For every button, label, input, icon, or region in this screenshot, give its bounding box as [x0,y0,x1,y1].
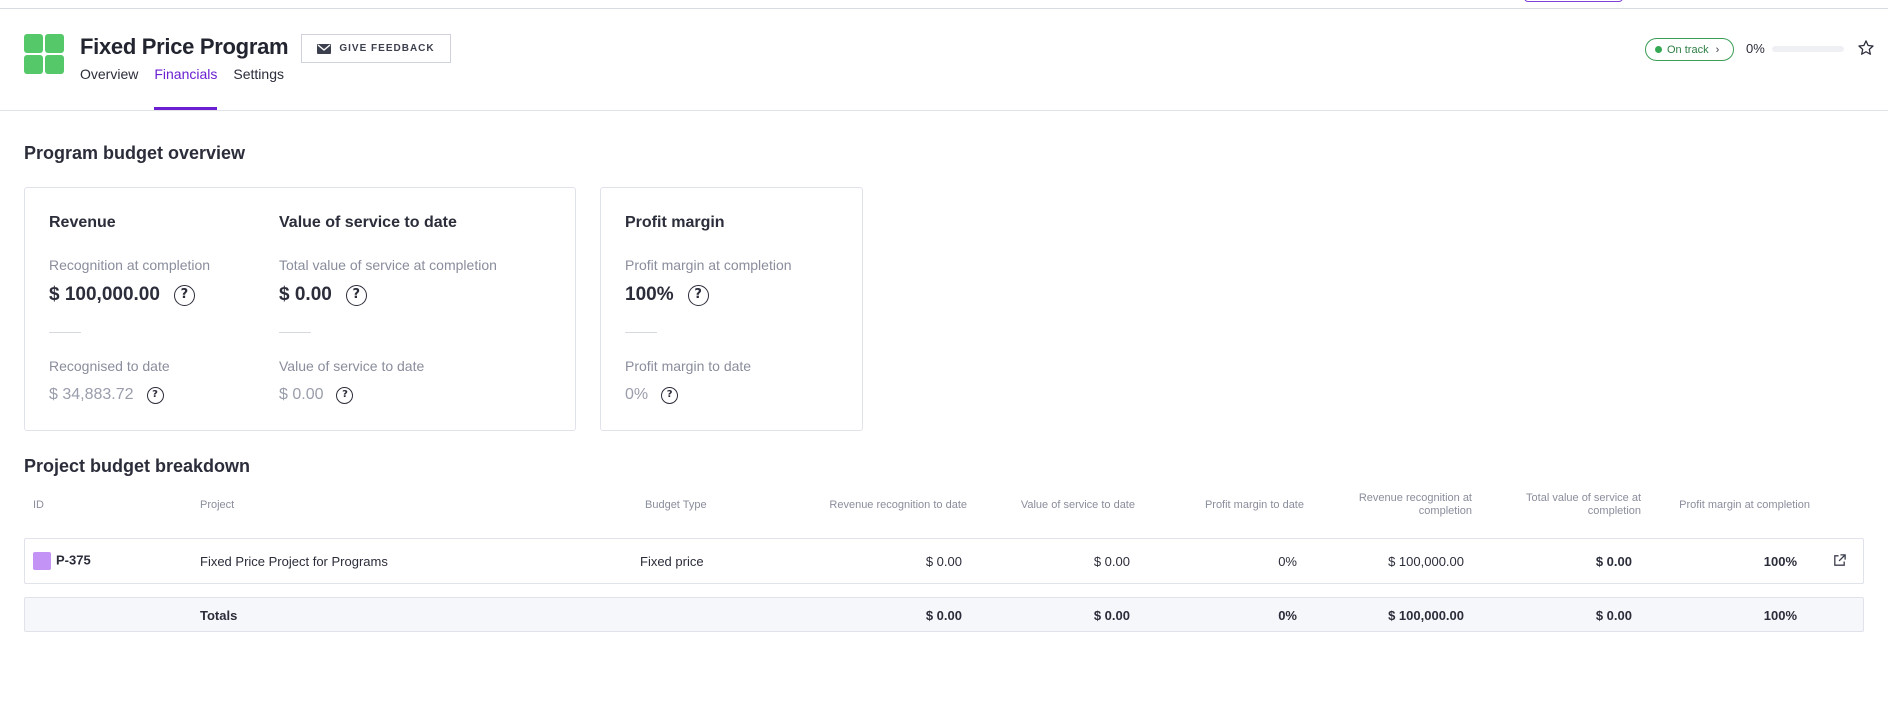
help-icon[interactable]: ? [173,284,195,306]
status-dot-icon [1655,46,1662,53]
column-header-project[interactable]: Project [200,499,234,512]
status-label: On track [1667,43,1709,56]
profit-margin-card: Profit margin Profit margin at completio… [600,187,863,431]
column-header-revenue-at-completion[interactable]: Revenue recognition at completion [1340,492,1472,518]
tab-overview[interactable]: Overview [80,66,138,82]
divider [279,332,311,333]
profit-to-date-amount: 0% [625,386,649,403]
totals-label: Totals [200,608,238,623]
project-color-swatch [33,552,51,570]
column-header-revenue-to-date[interactable]: Revenue recognition to date [760,499,967,512]
breakdown-title: Project budget breakdown [24,456,251,476]
service-to-date-value: $ 0.00 ? [279,386,354,404]
margin-at-completion-cell: 100% [1763,554,1797,569]
help-icon[interactable]: ? [336,386,354,404]
revenue-to-date-label: Recognised to date [49,358,170,374]
service-title: Value of service to date [279,214,457,231]
progress-percent: 0% [1746,41,1765,56]
revenue-service-card: Revenue Recognition at completion $ 100,… [24,187,576,431]
totals-revenue-to-date: $ 0.00 [925,608,962,623]
margin-to-date-cell: 0% [1278,554,1297,569]
mail-icon [317,43,332,54]
column-header-margin-at-completion[interactable]: Profit margin at completion [1650,499,1810,512]
tab-financials[interactable]: Financials [154,66,218,110]
header-divider [0,110,1888,111]
totals-service-at-completion: $ 0.00 [1595,608,1632,623]
help-icon[interactable]: ? [345,284,367,306]
tab-settings[interactable]: Settings [233,66,284,82]
profit-to-date-value: 0% ? [625,386,679,404]
budget-type: Fixed price [640,554,704,569]
totals-service-to-date: $ 0.00 [1093,608,1130,623]
service-at-completion-cell: $ 0.00 [1595,554,1632,569]
column-header-id[interactable]: ID [33,499,44,512]
top-bar-edge [0,0,1888,9]
profit-completion-amount: 100% [625,284,674,305]
revenue-to-date-amount: $ 34,883.72 [49,386,134,403]
chevron-right-icon: › [1715,43,1720,56]
tab-bar: Overview Financials Settings [80,66,284,110]
help-icon[interactable]: ? [661,386,679,404]
help-icon[interactable]: ? [687,284,709,306]
project-id: P-375 [56,552,91,568]
service-to-date-amount: $ 0.00 [279,386,324,403]
page-title: Fixed Price Program [80,34,289,59]
profit-completion-label: Profit margin at completion [625,257,792,273]
divider [625,332,657,333]
help-icon[interactable]: ? [146,386,164,404]
revenue-to-date-value: $ 34,883.72 ? [49,386,164,404]
profit-completion-value: 100% ? [625,284,709,306]
revenue-title: Revenue [49,214,116,231]
service-completion-amount: $ 0.00 [279,284,332,305]
column-header-service-at-completion[interactable]: Total value of service at completion [1508,492,1641,518]
external-link-icon[interactable] [1832,553,1847,568]
service-completion-label: Total value of service at completion [279,257,497,273]
app-logo-icon [24,34,64,74]
star-icon[interactable] [1857,39,1875,57]
totals-margin-to-date: 0% [1278,608,1297,623]
budget-overview-title: Program budget overview [24,143,246,163]
revenue-completion-label: Recognition at completion [49,257,211,273]
project-id-cell[interactable]: P-375 [33,552,91,570]
profit-title: Profit margin [625,214,725,231]
top-bar-button-edge[interactable] [1524,0,1623,2]
profit-to-date-label: Profit margin to date [625,358,752,374]
totals-margin-at-completion: 100% [1763,608,1797,623]
column-header-service-to-date[interactable]: Value of service to date [975,499,1135,512]
column-header-budget-type[interactable]: Budget Type [645,499,707,512]
progress-bar [1772,46,1844,52]
service-to-date-cell: $ 0.00 [1093,554,1130,569]
column-header-margin-to-date[interactable]: Profit margin to date [1150,499,1304,512]
revenue-to-date-cell: $ 0.00 [925,554,962,569]
service-to-date-label: Value of service to date [279,358,425,374]
give-feedback-button[interactable]: GIVE FEEDBACK [301,34,451,63]
totals-revenue-at-completion: $ 100,000.00 [1388,608,1464,623]
service-completion-value: $ 0.00 ? [279,284,367,306]
divider [49,332,81,333]
project-name[interactable]: Fixed Price Project for Programs [200,554,388,569]
status-badge[interactable]: On track › [1645,38,1734,61]
revenue-completion-value: $ 100,000.00 ? [49,284,195,306]
revenue-completion-amount: $ 100,000.00 [49,284,160,305]
give-feedback-label: GIVE FEEDBACK [339,43,435,54]
revenue-at-completion-cell: $ 100,000.00 [1388,554,1464,569]
